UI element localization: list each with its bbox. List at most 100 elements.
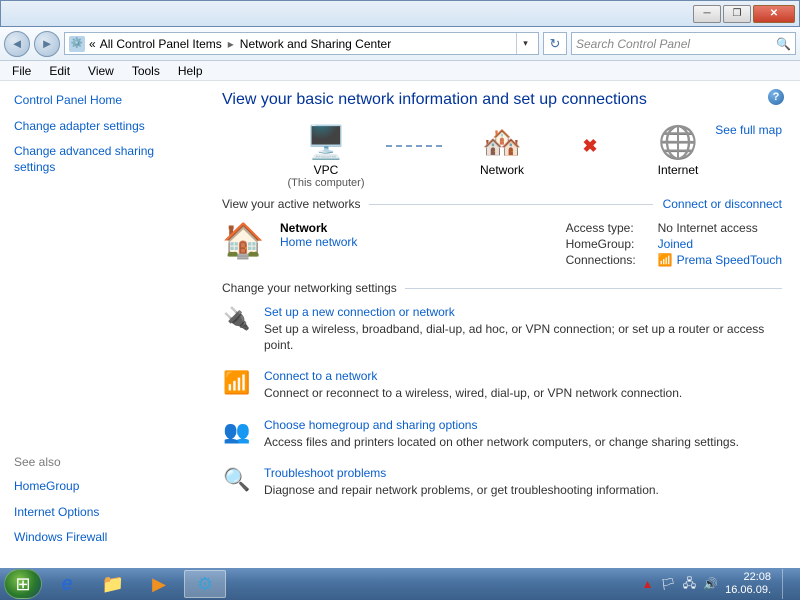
search-input[interactable]: Search Control Panel 🔍	[571, 32, 796, 55]
control-panel-icon	[69, 36, 85, 52]
map-line-1	[386, 145, 442, 147]
menu-help[interactable]: Help	[170, 62, 211, 80]
tray-network-icon[interactable]: 🖧	[683, 574, 696, 595]
forward-icon: ►	[41, 36, 54, 51]
see-also-header: See also	[14, 455, 190, 469]
map-node-internet-label: Internet	[618, 163, 738, 177]
content-pane: ? View your basic network information an…	[204, 81, 800, 568]
action-setup-connection[interactable]: Set up a new connection or network Set u…	[222, 305, 782, 353]
map-node-network[interactable]: Network	[442, 123, 562, 189]
active-networks-label: View your active networks	[222, 197, 361, 211]
action-title: Troubleshoot problems	[264, 466, 659, 480]
menu-file[interactable]: File	[4, 62, 39, 80]
windows-logo-icon: ⊞	[15, 574, 30, 595]
close-button[interactable]: ✕	[753, 5, 795, 23]
action-troubleshoot[interactable]: Troubleshoot problems Diagnose and repai…	[222, 466, 782, 498]
map-node-computer[interactable]: VPC (This computer)	[266, 123, 386, 189]
tray-av-icon[interactable]: ▲	[642, 577, 654, 591]
sidebar-internet-options[interactable]: Internet Options	[14, 505, 190, 521]
close-icon: ✕	[770, 8, 778, 19]
action-desc: Connect or reconnect to a wireless, wire…	[264, 385, 682, 401]
homegroup-label: HomeGroup:	[566, 237, 658, 251]
action-title: Set up a new connection or network	[264, 305, 782, 319]
action-title: Connect to a network	[264, 369, 682, 383]
tray-volume-icon[interactable]: 🔊	[703, 577, 718, 591]
breadcrumb-separator: ▸	[228, 37, 234, 51]
network-info: Network Home network	[280, 221, 357, 269]
map-node-computer-label: VPC	[266, 163, 386, 177]
navigation-bar: ◄ ► « All Control Panel Items ▸ Network …	[0, 27, 800, 61]
globe-icon	[656, 123, 700, 161]
connect-network-icon	[222, 369, 252, 397]
menu-bar: File Edit View Tools Help	[0, 61, 800, 81]
breadcrumb[interactable]: « All Control Panel Items ▸ Network and …	[64, 32, 539, 55]
tray-action-center-icon[interactable]: 🏳	[661, 577, 676, 591]
sidebar-adapter-settings[interactable]: Change adapter settings	[14, 119, 190, 135]
help-icon[interactable]: ?	[768, 89, 784, 105]
system-tray: ▲ 🏳 🖧 🔊 22:08 16.06.09.	[642, 569, 796, 599]
connection-name-link[interactable]: Prema SpeedTouch	[677, 253, 782, 267]
sidebar: Control Panel Home Change adapter settin…	[0, 81, 204, 568]
connection-signal-icon: 📶	[658, 253, 673, 267]
page-title: View your basic network information and …	[222, 91, 782, 109]
network-type-link[interactable]: Home network	[280, 235, 357, 249]
network-details: Access type:No Internet access HomeGroup…	[566, 221, 782, 269]
minimize-icon: ─	[703, 8, 710, 19]
map-disconnected-icon: ✖	[562, 136, 618, 157]
change-settings-label: Change your networking settings	[222, 281, 397, 295]
active-network-row: Network Home network Access type:No Inte…	[222, 221, 782, 269]
refresh-button[interactable]: ↻	[543, 32, 567, 55]
taskbar: ⊞ e 📁 ▶ ⚙ ▲ 🏳 🖧 🔊 22:08 16.06.09.	[0, 568, 800, 600]
homegroup-sharing-icon	[222, 418, 252, 446]
menu-edit[interactable]: Edit	[41, 62, 78, 80]
setup-connection-icon	[222, 305, 252, 333]
sidebar-homegroup[interactable]: HomeGroup	[14, 479, 190, 495]
taskbar-wmp[interactable]: ▶	[138, 570, 180, 598]
start-button[interactable]: ⊞	[4, 569, 42, 599]
taskbar-explorer[interactable]: 📁	[92, 570, 134, 598]
taskbar-ie[interactable]: e	[46, 570, 88, 598]
action-homegroup-sharing[interactable]: Choose homegroup and sharing options Acc…	[222, 418, 782, 450]
forward-button[interactable]: ►	[34, 31, 60, 57]
access-type-label: Access type:	[566, 221, 658, 235]
troubleshoot-icon	[222, 466, 252, 494]
sidebar-advanced-sharing[interactable]: Change advanced sharing settings	[14, 144, 190, 175]
connect-disconnect-link[interactable]: Connect or disconnect	[663, 197, 782, 211]
see-full-map-link[interactable]: See full map	[715, 123, 782, 137]
action-desc: Diagnose and repair network problems, or…	[264, 482, 659, 498]
map-node-computer-sublabel: (This computer)	[266, 177, 386, 189]
network-map: See full map VPC (This computer) Network…	[222, 123, 782, 189]
action-title: Choose homegroup and sharing options	[264, 418, 739, 432]
tray-clock[interactable]: 22:08 16.06.09.	[725, 571, 771, 596]
tray-date: 16.06.09.	[725, 584, 771, 597]
menu-view[interactable]: View	[80, 62, 122, 80]
menu-tools[interactable]: Tools	[124, 62, 168, 80]
search-icon: 🔍	[776, 37, 791, 51]
window-titlebar: ─ ❐ ✕	[0, 0, 800, 27]
breadcrumb-item-all[interactable]: All Control Panel Items	[100, 37, 222, 51]
main-area: Control Panel Home Change adapter settin…	[0, 81, 800, 568]
breadcrumb-dropdown[interactable]: ▾	[516, 33, 534, 54]
maximize-button[interactable]: ❐	[723, 5, 751, 23]
action-connect-network[interactable]: Connect to a network Connect or reconnec…	[222, 369, 782, 401]
search-placeholder: Search Control Panel	[576, 37, 690, 51]
action-desc: Set up a wireless, broadband, dial-up, a…	[264, 321, 782, 353]
sidebar-windows-firewall[interactable]: Windows Firewall	[14, 530, 190, 546]
homegroup-value-link[interactable]: Joined	[658, 237, 693, 251]
show-desktop-button[interactable]	[782, 569, 792, 599]
refresh-icon: ↻	[550, 36, 561, 52]
active-networks-header: View your active networks Connect or dis…	[222, 197, 782, 211]
back-button[interactable]: ◄	[4, 31, 30, 57]
breadcrumb-item-current[interactable]: Network and Sharing Center	[240, 37, 391, 51]
network-icon	[480, 123, 524, 161]
action-desc: Access files and printers located on oth…	[264, 434, 739, 450]
sidebar-home[interactable]: Control Panel Home	[14, 93, 190, 109]
computer-icon	[304, 123, 348, 161]
minimize-button[interactable]: ─	[693, 5, 721, 23]
taskbar-control-panel[interactable]: ⚙	[184, 570, 226, 598]
connections-label: Connections:	[566, 253, 658, 267]
change-settings-header: Change your networking settings	[222, 281, 782, 295]
breadcrumb-chevrons: «	[89, 37, 96, 51]
back-icon: ◄	[11, 36, 24, 51]
access-type-value: No Internet access	[658, 221, 758, 235]
